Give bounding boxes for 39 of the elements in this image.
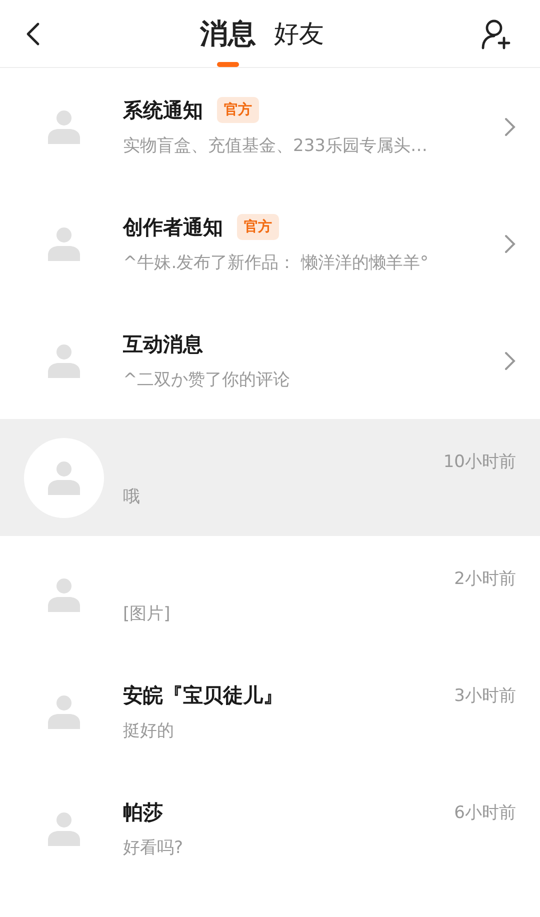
contact-name: 帕莎: [123, 798, 163, 826]
timestamp: 2小时前: [454, 568, 516, 590]
timestamp: 10小时前: [443, 451, 516, 473]
conversation-row[interactable]: 帕莎 好看吗? 6小时前: [0, 770, 540, 887]
official-badge: 官方: [217, 97, 259, 123]
message-preview: 实物盲盒、充值基金、233乐园专属头…: [123, 135, 428, 157]
chevron-right-icon: [504, 350, 516, 370]
chevron-right-icon: [504, 234, 516, 254]
message-preview: 哦: [123, 486, 141, 508]
message-preview: ^二双か赞了你的评论: [123, 369, 292, 391]
back-icon: [26, 22, 40, 46]
message-preview: ^牛妹.发布了新作品： 懒洋洋的懒羊羊°: [123, 252, 430, 274]
timestamp: 6小时前: [454, 802, 516, 824]
add-friend-button[interactable]: [480, 18, 512, 50]
official-badge: 官方: [237, 214, 279, 240]
conversation-row[interactable]: 互动消息 ^二双か赞了你的评论: [0, 302, 540, 419]
person-icon: [47, 110, 81, 144]
conversation-row[interactable]: 系统通知 官方 实物盲盒、充值基金、233乐园专属头…: [0, 68, 540, 185]
person-icon: [47, 226, 81, 260]
conversation-row[interactable]: 创作者通知 官方 ^牛妹.发布了新作品： 懒洋洋的懒羊羊°: [0, 185, 540, 302]
contact-name: 互动消息: [123, 330, 203, 358]
tab[interactable]: 好友: [274, 17, 324, 51]
person-icon: [47, 694, 81, 728]
person-icon: [47, 460, 81, 494]
contact-name: 系统通知: [123, 96, 203, 124]
add-person-icon: [480, 18, 512, 50]
contact-name: 安皖『宝贝徒儿』: [123, 682, 283, 708]
message-preview: [图片]: [123, 603, 172, 625]
conversation-row[interactable]: 安皖『宝贝徒儿』 挺好的 3小时前: [0, 653, 540, 770]
person-icon: [47, 578, 81, 612]
message-preview: 挺好的: [123, 720, 175, 742]
chevron-right-icon: [504, 116, 516, 136]
tab-indicator: [217, 62, 239, 67]
person-icon: [47, 812, 81, 846]
contact-name: 创作者通知: [123, 214, 223, 240]
timestamp: 3小时前: [454, 685, 516, 707]
message-preview: 好看吗?: [123, 837, 184, 859]
tab[interactable]: 消息: [200, 17, 256, 51]
person-icon: [47, 344, 81, 378]
